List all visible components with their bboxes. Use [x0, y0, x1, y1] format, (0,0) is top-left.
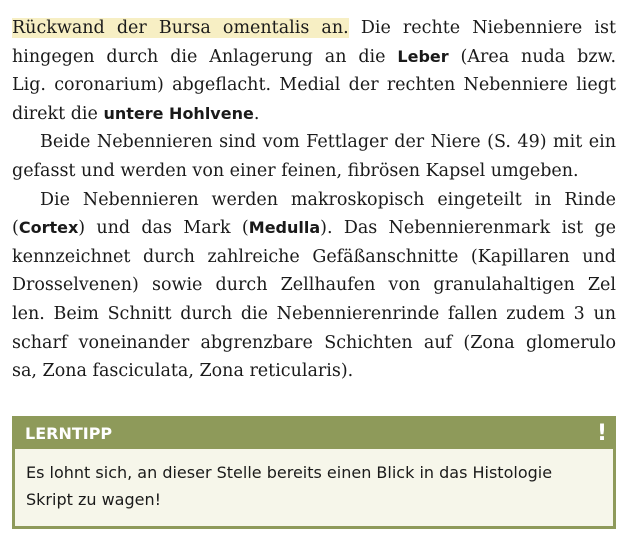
lerntipp-header: LERNTIPP ! [15, 419, 613, 449]
text-line: Lig. coronarium) abgeflacht. Medial der … [12, 75, 616, 96]
term-untere-hohlvene: untere Hohlvene [103, 103, 254, 123]
paragraph-1: Rückwand der Bursa omentalis an. Die rec… [12, 14, 616, 128]
text-line: hingegen durch die Anlagerung an die Leb… [12, 43, 616, 72]
text-line: scharf voneinander abgrenzbare Schichten… [12, 332, 616, 353]
text-line: kennzeichnet durch zahlreiche Gefäßansch… [12, 246, 616, 267]
highlighted-text: Rückwand der Bursa omentalis an. [12, 18, 349, 38]
text-line: sa, Zona fasciculata, Zona reticularis). [12, 361, 354, 382]
lerntipp-text: Es lohnt sich, an dieser Stelle bereits … [15, 449, 613, 513]
lerntipp-line: Skript zu wagen! [26, 490, 162, 509]
text-span: (Area nuda bzw. [448, 46, 616, 67]
term-leber: Leber [397, 46, 449, 66]
text-line: direkt die untere Hohlvene. [12, 100, 616, 129]
text-line: Die Nebennieren werden makroskopisch ein… [40, 189, 616, 210]
text-line: Rückwand der Bursa omentalis an. Die rec… [12, 14, 616, 43]
lerntipp-box: LERNTIPP ! Es lohnt sich, an dieser Stel… [12, 416, 616, 529]
exclamation-icon: ! [596, 421, 607, 446]
text-line: gefasst und werden von einer feinen, fib… [12, 160, 579, 181]
text-span: direkt die [12, 103, 104, 124]
term-medulla: Medulla [248, 218, 321, 238]
term-cortex: Cortex [18, 218, 79, 238]
text-span: . [253, 103, 260, 124]
text-span: ) und das Mark ( [78, 218, 249, 239]
text-span: Die rechte Niebenniere ist [348, 18, 616, 38]
paragraph-2: Beide Nebennieren sind vom Fettlager der… [12, 128, 616, 185]
text-line: Beide Nebennieren sind vom Fettlager der… [40, 132, 616, 153]
body-text: Rückwand der Bursa omentalis an. Die rec… [12, 14, 616, 386]
lerntipp-line: Es lohnt sich, an dieser Stelle bereits … [26, 463, 553, 482]
text-span: ). Das Nebennierenmark ist ge [320, 218, 616, 239]
text-line: (Cortex) und das Mark (Medulla). Das Neb… [12, 214, 616, 243]
lerntipp-title: LERNTIPP [25, 424, 113, 443]
text-line: len. Beim Schnitt durch die Nebennierenr… [12, 303, 616, 324]
text-line: Drosselvenen) sowie durch Zellhaufen von… [12, 275, 616, 296]
text-span: hingegen durch die Anlagerung an die [12, 46, 398, 67]
text-span: ( [12, 218, 19, 239]
paragraph-3: Die Nebennieren werden makroskopisch ein… [12, 186, 616, 386]
